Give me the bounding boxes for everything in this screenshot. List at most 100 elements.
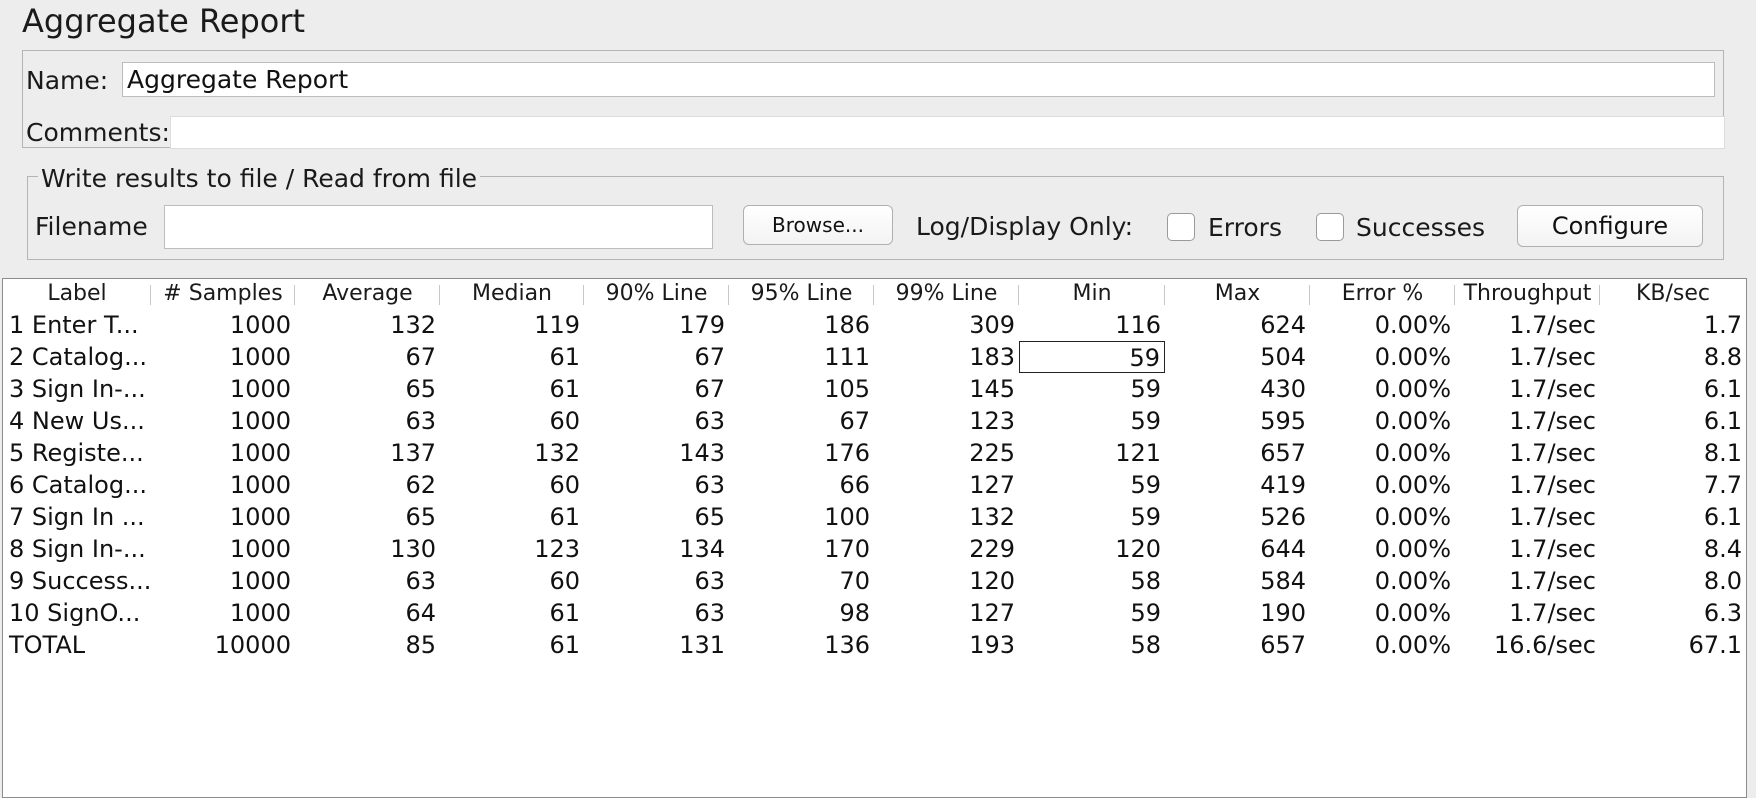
successes-checkbox[interactable] bbox=[1316, 213, 1344, 241]
aggregate-table[interactable]: Label # Samples Average Median 90% Line 95% L… bbox=[2, 278, 1747, 798]
table-cell[interactable]: 0.00% bbox=[1310, 373, 1455, 405]
table-cell[interactable]: 60 bbox=[440, 469, 584, 501]
row-label-cell[interactable]: 2 Catalog... bbox=[3, 341, 151, 373]
table-cell[interactable]: 1000 bbox=[151, 597, 295, 629]
table-cell[interactable]: 6.1 bbox=[1600, 501, 1746, 533]
table-cell[interactable]: 59 bbox=[1019, 373, 1165, 405]
table-cell[interactable]: 1.7/sec bbox=[1455, 309, 1600, 341]
table-cell[interactable]: 1.7/sec bbox=[1455, 533, 1600, 565]
table-cell[interactable]: 127 bbox=[874, 597, 1019, 629]
table-cell[interactable]: 58 bbox=[1019, 565, 1165, 597]
table-row[interactable]: 6 Catalog... 1000 62 60 63 66 127 59 419 0.00% 1.7… bbox=[3, 469, 1746, 501]
row-label-cell[interactable]: 6 Catalog... bbox=[3, 469, 151, 501]
row-label-cell[interactable]: TOTAL bbox=[3, 629, 151, 661]
table-cell[interactable]: 0.00% bbox=[1310, 597, 1455, 629]
table-cell[interactable]: 624 bbox=[1165, 309, 1310, 341]
table-cell[interactable]: 65 bbox=[295, 373, 440, 405]
table-cell[interactable]: 100 bbox=[729, 501, 874, 533]
table-cell[interactable]: 63 bbox=[584, 597, 729, 629]
table-cell[interactable]: 1000 bbox=[151, 437, 295, 469]
row-label-cell[interactable]: 10 SignO... bbox=[3, 597, 151, 629]
table-cell[interactable]: 59 bbox=[1019, 341, 1165, 373]
row-label-cell[interactable]: 1 Enter T... bbox=[3, 309, 151, 341]
table-cell[interactable]: 130 bbox=[295, 533, 440, 565]
row-label-cell[interactable]: 4 New Us... bbox=[3, 405, 151, 437]
table-cell[interactable]: 584 bbox=[1165, 565, 1310, 597]
table-cell[interactable]: 116 bbox=[1019, 309, 1165, 341]
table-cell[interactable]: 8.8 bbox=[1600, 341, 1746, 373]
column-header[interactable]: Label bbox=[3, 279, 151, 309]
table-cell[interactable]: 120 bbox=[874, 565, 1019, 597]
table-cell[interactable]: 657 bbox=[1165, 629, 1310, 661]
table-cell[interactable]: 225 bbox=[874, 437, 1019, 469]
table-cell[interactable]: 111 bbox=[729, 341, 874, 373]
table-cell[interactable]: 526 bbox=[1165, 501, 1310, 533]
table-cell[interactable]: 63 bbox=[584, 405, 729, 437]
table-cell[interactable]: 0.00% bbox=[1310, 501, 1455, 533]
column-header[interactable]: Min bbox=[1019, 279, 1165, 309]
table-cell[interactable]: 6.1 bbox=[1600, 373, 1746, 405]
table-cell[interactable]: 0.00% bbox=[1310, 341, 1455, 373]
table-cell[interactable]: 504 bbox=[1165, 341, 1310, 373]
table-cell[interactable]: 63 bbox=[295, 405, 440, 437]
table-cell[interactable]: 58 bbox=[1019, 629, 1165, 661]
table-cell[interactable]: 193 bbox=[874, 629, 1019, 661]
table-cell[interactable]: 657 bbox=[1165, 437, 1310, 469]
table-cell[interactable]: 419 bbox=[1165, 469, 1310, 501]
table-cell[interactable]: 121 bbox=[1019, 437, 1165, 469]
column-header[interactable]: Max bbox=[1165, 279, 1310, 309]
table-cell[interactable]: 595 bbox=[1165, 405, 1310, 437]
table-cell[interactable]: 1000 bbox=[151, 469, 295, 501]
table-cell[interactable]: 1.7/sec bbox=[1455, 341, 1600, 373]
table-cell[interactable]: 183 bbox=[874, 341, 1019, 373]
table-cell[interactable]: 62 bbox=[295, 469, 440, 501]
table-row[interactable]: 2 Catalog... 1000 67 61 67 111 183 59 504 0.00% 1.… bbox=[3, 341, 1746, 373]
table-row[interactable]: 7 Sign In ... 1000 65 61 65 100 132 59 526 0.00% 1… bbox=[3, 501, 1746, 533]
table-cell[interactable]: 16.6/sec bbox=[1455, 629, 1600, 661]
table-cell[interactable]: 60 bbox=[440, 565, 584, 597]
table-cell[interactable]: 0.00% bbox=[1310, 309, 1455, 341]
table-cell[interactable]: 1.7 bbox=[1600, 309, 1746, 341]
table-cell[interactable]: 430 bbox=[1165, 373, 1310, 405]
table-cell[interactable]: 179 bbox=[584, 309, 729, 341]
table-cell[interactable]: 1.7/sec bbox=[1455, 501, 1600, 533]
column-header[interactable]: KB/sec bbox=[1600, 279, 1746, 309]
comments-input[interactable] bbox=[170, 116, 1725, 149]
table-cell[interactable]: 0.00% bbox=[1310, 437, 1455, 469]
table-cell[interactable]: 61 bbox=[440, 629, 584, 661]
table-cell[interactable]: 6.3 bbox=[1600, 597, 1746, 629]
table-cell[interactable]: 1000 bbox=[151, 565, 295, 597]
table-cell[interactable]: 1000 bbox=[151, 501, 295, 533]
table-cell[interactable]: 64 bbox=[295, 597, 440, 629]
table-cell[interactable]: 119 bbox=[440, 309, 584, 341]
table-cell[interactable]: 0.00% bbox=[1310, 629, 1455, 661]
table-cell[interactable]: 123 bbox=[874, 405, 1019, 437]
table-cell[interactable]: 190 bbox=[1165, 597, 1310, 629]
table-row[interactable]: 8 Sign In-... 1000 130 123 134 170 229 120 644 0.… bbox=[3, 533, 1746, 565]
table-cell[interactable]: 85 bbox=[295, 629, 440, 661]
table-cell[interactable]: 66 bbox=[729, 469, 874, 501]
column-header[interactable]: 99% Line bbox=[874, 279, 1019, 309]
table-cell[interactable]: 61 bbox=[440, 341, 584, 373]
table-cell[interactable]: 145 bbox=[874, 373, 1019, 405]
table-cell[interactable]: 1.7/sec bbox=[1455, 405, 1600, 437]
table-cell[interactable]: 67 bbox=[729, 405, 874, 437]
row-label-cell[interactable]: 9 Success... bbox=[3, 565, 151, 597]
table-cell[interactable]: 59 bbox=[1019, 405, 1165, 437]
table-cell[interactable]: 132 bbox=[295, 309, 440, 341]
table-cell[interactable]: 70 bbox=[729, 565, 874, 597]
table-cell[interactable]: 1.7/sec bbox=[1455, 373, 1600, 405]
table-row[interactable]: 4 New Us... 1000 63 60 63 67 123 59 595 0.00% 1.7/… bbox=[3, 405, 1746, 437]
table-row[interactable]: 10 SignO... 1000 64 61 63 98 127 59 190 0.00% 1.7/… bbox=[3, 597, 1746, 629]
table-cell[interactable]: 120 bbox=[1019, 533, 1165, 565]
table-cell[interactable]: 134 bbox=[584, 533, 729, 565]
column-header[interactable]: Throughput bbox=[1455, 279, 1600, 309]
table-cell[interactable]: 309 bbox=[874, 309, 1019, 341]
name-input[interactable] bbox=[122, 62, 1715, 97]
table-cell[interactable]: 0.00% bbox=[1310, 405, 1455, 437]
table-cell[interactable]: 7.7 bbox=[1600, 469, 1746, 501]
column-header[interactable]: Average bbox=[295, 279, 440, 309]
table-cell[interactable]: 176 bbox=[729, 437, 874, 469]
column-header[interactable]: Median bbox=[440, 279, 584, 309]
table-cell[interactable]: 61 bbox=[440, 501, 584, 533]
